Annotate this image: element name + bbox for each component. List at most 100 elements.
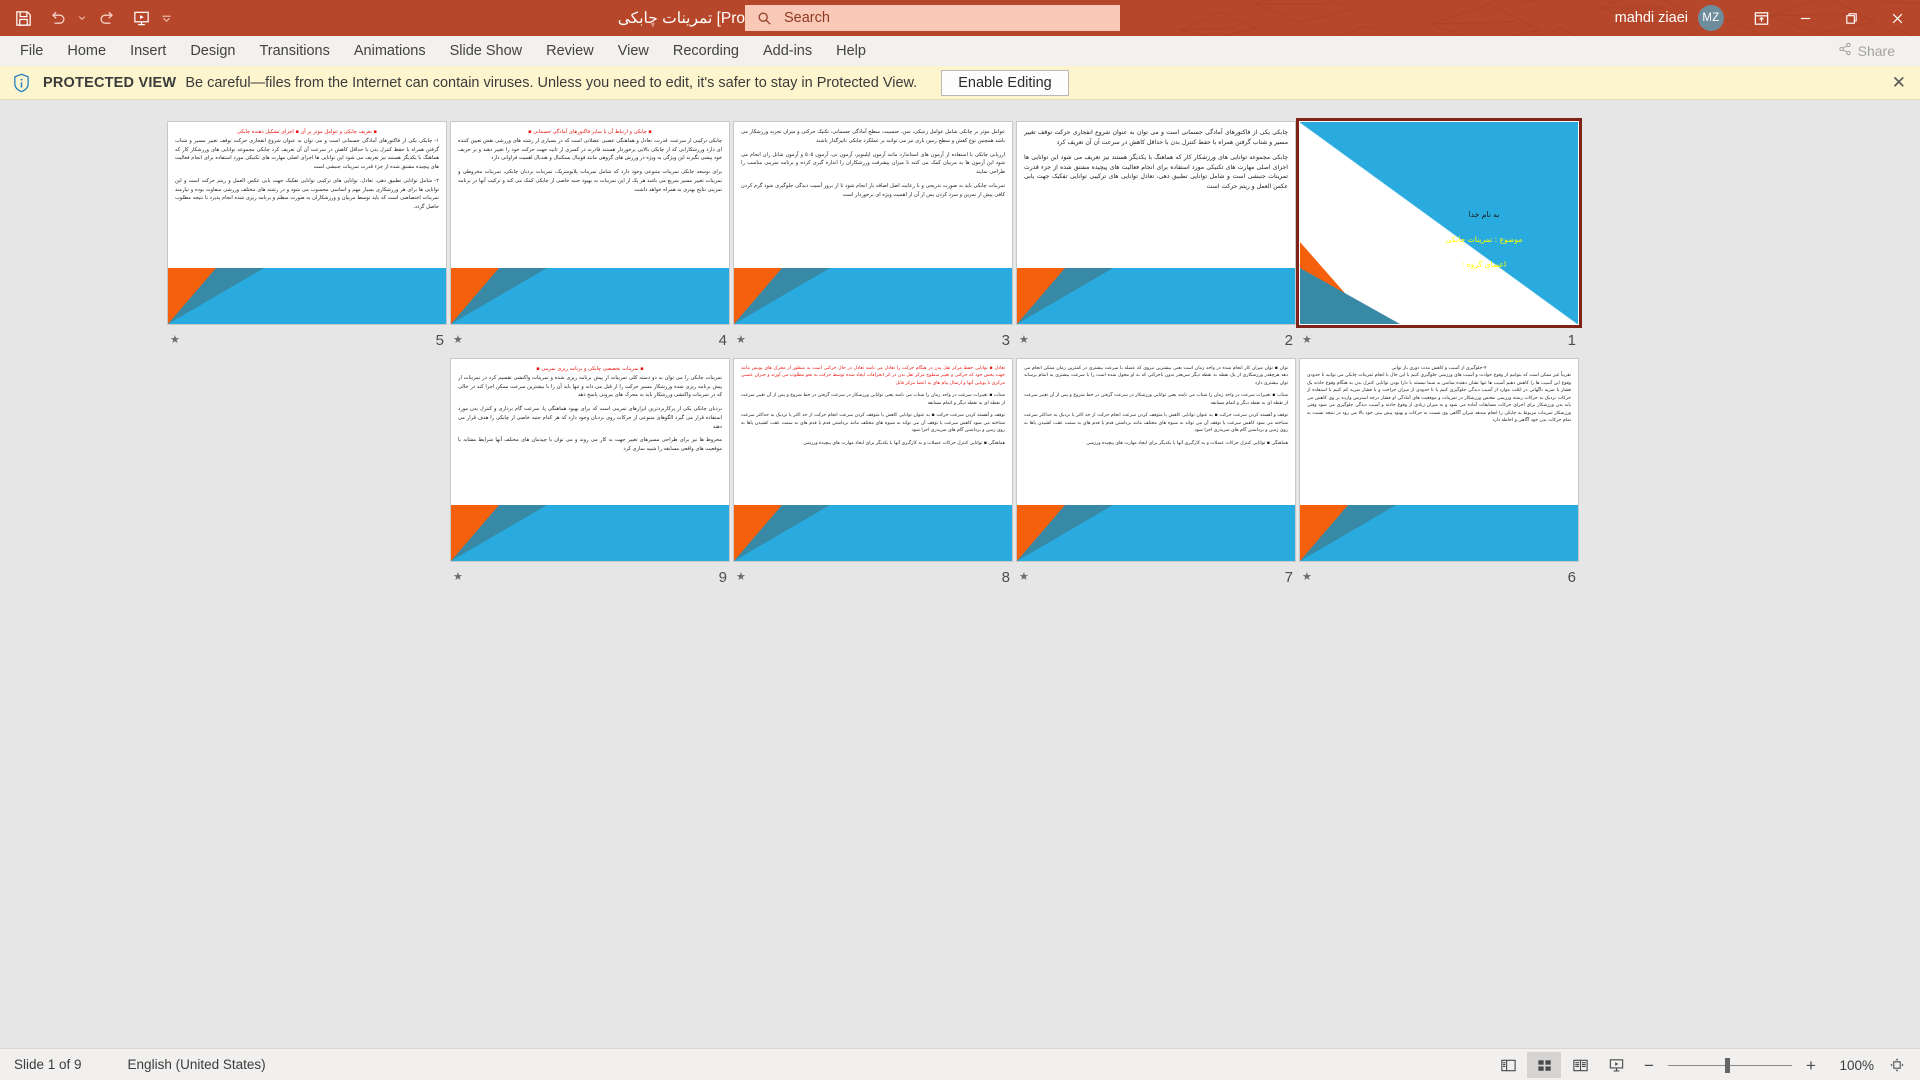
orange-triangle <box>451 505 499 561</box>
close-button[interactable] <box>1874 0 1920 36</box>
slide-canvas: ▪ چابکی و ارتباط آن با سایر فاکتورهای آم… <box>450 121 730 325</box>
slide-sorter-pane[interactable]: ▪ تعریف چابکی و عوامل موثر بر آن ▪ اجزای… <box>0 100 1920 1048</box>
undo-icon[interactable] <box>40 3 74 33</box>
slide-paragraph: مخروط ها نیز برای طراحی مسیرهای تغییر جه… <box>458 437 722 452</box>
tab-design[interactable]: Design <box>178 39 247 63</box>
slide-decorative-band <box>1300 505 1578 561</box>
slide-number: 1 <box>1567 331 1576 349</box>
orange-triangle <box>1300 505 1348 561</box>
orange-triangle <box>734 268 782 324</box>
slide-decorative-band <box>451 505 729 561</box>
slide-thumbnail-3[interactable]: عوامل موثر بر چابکی شامل عوامل ژنتیکی، س… <box>730 118 1016 352</box>
slide-thumbnail-6[interactable]: ۴-جلوگیری از آسیب و کاهش مدت دوری باز تو… <box>1296 355 1582 589</box>
animation-star-icon[interactable]: ★ <box>736 334 746 346</box>
animation-star-icon[interactable]: ★ <box>1019 334 1029 346</box>
tab-animations[interactable]: Animations <box>342 39 438 63</box>
thumbnail-meta: ★ 9 <box>447 565 733 589</box>
animation-star-icon[interactable]: ★ <box>736 571 746 583</box>
orange-triangle <box>451 268 499 324</box>
ribbon-display-options-icon[interactable] <box>1740 0 1782 36</box>
thumbnail-frame: توان ▪ توان میزان کار انجام شده در واحد … <box>1013 355 1299 565</box>
slide-thumbnail-7[interactable]: توان ▪ توان میزان کار انجام شده در واحد … <box>1013 355 1299 589</box>
slide-text-area: ۴-جلوگیری از آسیب و کاهش مدت دوری باز تو… <box>1307 365 1571 503</box>
slide-canvas: ▪ تعریف چابکی و عوامل موثر بر آن ▪ اجزای… <box>167 121 447 325</box>
restore-button[interactable] <box>1828 0 1874 36</box>
search-input[interactable]: Search <box>745 5 1120 31</box>
enable-editing-button[interactable]: Enable Editing <box>941 69 1069 96</box>
animation-star-icon[interactable]: ★ <box>1302 334 1312 346</box>
thumbnail-meta: ★ 3 <box>730 328 1016 352</box>
slide-paragraph: چابکی مجموعه توانایی های ورزشکار کار که … <box>1024 153 1288 191</box>
slide-thumbnail-4[interactable]: ▪ چابکی و ارتباط آن با سایر فاکتورهای آم… <box>447 118 733 352</box>
thumbnail-meta: ★ 7 <box>1013 565 1299 589</box>
zoom-slider[interactable] <box>1668 1052 1792 1078</box>
slide-thumbnail-8[interactable]: تعادل ▪ توانایی حفظ مرکز ثقل بدن در هنگا… <box>730 355 1016 589</box>
slide-number: 5 <box>435 331 444 349</box>
redo-icon[interactable] <box>90 3 124 33</box>
title-slide-graphic: به نام خدا موضوع : تمرینات چابکی اعضای گ… <box>1300 122 1578 324</box>
customize-qat-chevron-down-icon[interactable] <box>158 3 174 33</box>
tab-recording[interactable]: Recording <box>661 39 751 63</box>
slide-thumbnail-1[interactable]: به نام خدا موضوع : تمرینات چابکی اعضای گ… <box>1296 118 1582 352</box>
ribbon-tab-strip: File Home Insert Design Transitions Anim… <box>0 36 1920 66</box>
tab-insert[interactable]: Insert <box>118 39 178 63</box>
zoom-slider-handle[interactable] <box>1725 1058 1730 1073</box>
thumbnail-frame: چابکی یکی از فاکتورهای آمادگی جسمانی است… <box>1013 118 1299 328</box>
normal-view-icon[interactable] <box>1491 1052 1525 1078</box>
slide-heading: ▪ تعریف چابکی و عوامل موثر بر آن ▪ اجزای… <box>237 129 377 135</box>
slide-canvas: ۴-جلوگیری از آسیب و کاهش مدت دوری باز تو… <box>1299 358 1579 562</box>
save-icon[interactable] <box>6 3 40 33</box>
slide-heading: ▪ چابکی و ارتباط آن با سایر فاکتورهای آم… <box>528 129 652 135</box>
tab-help[interactable]: Help <box>824 39 878 63</box>
avatar[interactable]: MZ <box>1698 5 1724 31</box>
search-icon <box>757 11 772 26</box>
minimize-button[interactable] <box>1782 0 1828 36</box>
slide-text-area: ▪ تمرینات تخصصی چابکی و برنامه ریزی تمری… <box>458 365 722 503</box>
slide-decorative-band <box>1017 505 1295 561</box>
thumbnail-frame: ۴-جلوگیری از آسیب و کاهش مدت دوری باز تو… <box>1296 355 1582 565</box>
tab-slide-show[interactable]: Slide Show <box>438 39 535 63</box>
slide-paragraph: شتاب ▪ تغییرات سرعت در واحد زمان را شتاب… <box>1024 393 1288 406</box>
slide-thumbnail-2[interactable]: چابکی یکی از فاکتورهای آمادگی جسمانی است… <box>1013 118 1299 352</box>
slide-counter[interactable]: Slide 1 of 9 <box>14 1057 82 1072</box>
title-line-1: به نام خدا <box>1468 210 1500 219</box>
slide-number: 3 <box>1001 331 1010 349</box>
quick-access-toolbar <box>0 3 174 33</box>
slide-thumbnail-9[interactable]: ▪ تمرینات تخصصی چابکی و برنامه ریزی تمری… <box>447 355 733 589</box>
animation-star-icon[interactable]: ★ <box>1302 571 1312 583</box>
orange-triangle <box>1017 505 1065 561</box>
reading-view-icon[interactable] <box>1563 1052 1597 1078</box>
undo-dropdown-icon[interactable] <box>74 3 90 33</box>
slide-decorative-band <box>1017 268 1295 324</box>
fit-to-window-icon[interactable] <box>1882 1052 1912 1078</box>
tab-home[interactable]: Home <box>55 39 118 63</box>
slide-show-icon[interactable] <box>1599 1052 1633 1078</box>
animation-star-icon[interactable]: ★ <box>1019 571 1029 583</box>
language-indicator[interactable]: English (United States) <box>128 1057 266 1072</box>
slide-thumbnail-5[interactable]: ▪ تعریف چابکی و عوامل موثر بر آن ▪ اجزای… <box>164 118 450 352</box>
close-icon[interactable]: ✕ <box>1892 74 1906 91</box>
account-name[interactable]: mahdi ziaei <box>1615 10 1688 26</box>
slide-text-area: عوامل موثر بر چابکی شامل عوامل ژنتیکی، س… <box>741 128 1005 266</box>
tab-review[interactable]: Review <box>534 39 606 63</box>
tab-transitions[interactable]: Transitions <box>247 39 341 63</box>
slide-heading: ▪ تمرینات تخصصی چابکی و برنامه ریزی تمری… <box>536 366 644 372</box>
tab-add-ins[interactable]: Add-ins <box>751 39 824 63</box>
slide-canvas: ▪ تمرینات تخصصی چابکی و برنامه ریزی تمری… <box>450 358 730 562</box>
tab-view[interactable]: View <box>606 39 661 63</box>
share-button[interactable]: Share <box>1827 38 1906 63</box>
slide-sorter-icon[interactable] <box>1527 1052 1561 1078</box>
present-icon[interactable] <box>124 3 158 33</box>
animation-star-icon[interactable]: ★ <box>453 571 463 583</box>
zoom-level[interactable]: 100% <box>1830 1058 1874 1073</box>
animation-star-icon[interactable]: ★ <box>453 334 463 346</box>
zoom-out-button[interactable]: − <box>1636 1052 1662 1078</box>
animation-star-icon[interactable]: ★ <box>170 334 180 346</box>
slide-paragraph: ارزیابی چابکی با استفاده از آزمون های اس… <box>741 151 1005 176</box>
slide-canvas: به نام خدا موضوع : تمرینات چابکی اعضای گ… <box>1299 121 1579 325</box>
zoom-in-button[interactable]: + <box>1798 1052 1824 1078</box>
slide-paragraph: توقف و آهسته کردن سرعت حرکت ▪ به عنوان ت… <box>1024 413 1288 434</box>
slide-text-area: چابکی یکی از فاکتورهای آمادگی جسمانی است… <box>1024 128 1288 266</box>
title-text-block: به نام خدا موضوع : تمرینات چابکی اعضای گ… <box>1404 210 1564 285</box>
tab-file[interactable]: File <box>8 39 55 63</box>
